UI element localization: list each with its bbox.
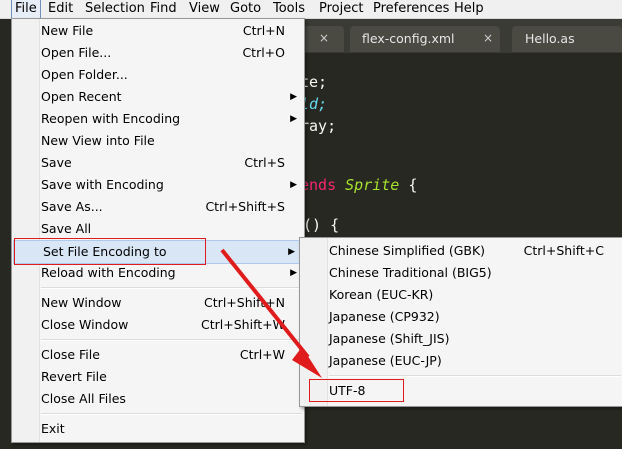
annotation-arrow <box>220 248 322 378</box>
